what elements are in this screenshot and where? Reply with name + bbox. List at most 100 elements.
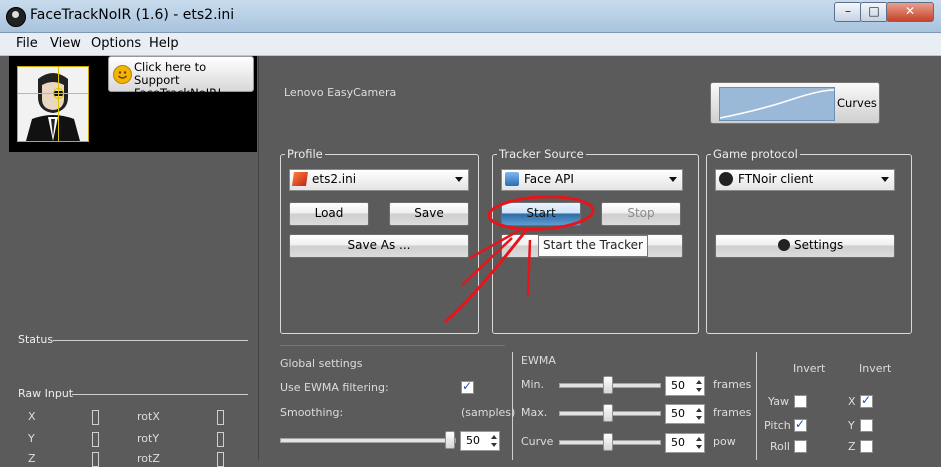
protocol-title: Game protocol	[711, 147, 800, 161]
ewma-min-unit: frames	[713, 378, 752, 391]
ewma-min-value: 50	[671, 379, 685, 392]
ewma-curve-unit: pow	[713, 435, 736, 448]
raw-rotx-label: rotX	[137, 410, 160, 423]
support-line2: Support FaceTrackNoIR!	[134, 73, 222, 100]
protocol-settings-button[interactable]: Settings	[715, 234, 895, 258]
face-api-icon	[505, 172, 519, 186]
raw-rotz-label: rotZ	[137, 452, 160, 465]
invert-x-label: X	[848, 395, 856, 408]
raw-y-meter	[92, 432, 99, 447]
ftnoir-icon	[719, 172, 733, 186]
spin-up-icon[interactable]	[696, 408, 702, 412]
protocol-settings-label: Settings	[794, 238, 844, 252]
bottom-divider	[280, 345, 505, 346]
tracker-title: Tracker Source	[497, 147, 586, 161]
invert-z-checkbox[interactable]	[860, 440, 873, 453]
invert-pitch-label: Pitch	[764, 419, 791, 432]
smiley-icon	[113, 65, 132, 84]
title-bar: FaceTrackNoIR (1.6) - ets2.ini – □ ✕	[0, 0, 941, 33]
tracker-select[interactable]: Face API	[501, 169, 683, 191]
invert-yaw-checkbox[interactable]	[794, 395, 807, 408]
stop-button[interactable]: Stop	[601, 202, 681, 226]
ewma-max-unit: frames	[713, 406, 752, 419]
invert-divider	[756, 352, 757, 460]
ewma-left-divider	[512, 352, 513, 460]
ewma-title: EWMA	[521, 354, 556, 367]
raw-z-label: Z	[28, 452, 36, 465]
save-button[interactable]: Save	[389, 202, 469, 226]
save-as-button[interactable]: Save As ...	[289, 234, 469, 258]
raw-y-label: Y	[28, 432, 35, 445]
start-button[interactable]: Start	[501, 202, 581, 226]
global-settings-title: Global settings	[280, 357, 363, 370]
ewma-curve-value: 50	[671, 436, 685, 449]
invert-x-checkbox[interactable]	[860, 393, 873, 408]
invert-header-right: Invert	[859, 362, 892, 375]
menu-options[interactable]: Options	[91, 36, 141, 51]
raw-input-label: Raw Input	[18, 387, 74, 400]
status-line	[53, 340, 248, 341]
raw-roty-meter	[217, 432, 224, 447]
ewma-filter-checkbox[interactable]	[461, 379, 474, 394]
protocol-value: FTNoir client	[738, 172, 814, 186]
ewma-max-label: Max.	[521, 406, 548, 419]
start-tooltip: Start the Tracker	[538, 235, 648, 257]
spin-up-icon[interactable]	[696, 380, 702, 384]
window-title: FaceTrackNoIR (1.6) - ets2.ini	[30, 7, 235, 23]
ewma-curve-slider-thumb[interactable]	[603, 433, 613, 451]
menu-file[interactable]: File	[16, 36, 38, 51]
head-avatar-icon	[17, 66, 89, 142]
ewma-max-value: 50	[671, 407, 685, 420]
curve-graph-icon	[719, 87, 835, 121]
raw-input-line	[72, 394, 248, 395]
ewma-min-slider-thumb[interactable]	[603, 376, 613, 394]
curves-button[interactable]: Curves	[710, 82, 880, 124]
smoothing-slider-track[interactable]	[280, 438, 456, 443]
spin-down-icon[interactable]	[696, 388, 702, 392]
invert-yaw-label: Yaw	[768, 395, 789, 408]
load-button[interactable]: Load	[289, 202, 369, 226]
smoothing-spinbox[interactable]: 50	[460, 431, 500, 451]
ewma-max-slider-thumb[interactable]	[603, 404, 613, 422]
chevron-down-icon	[669, 177, 677, 182]
invert-roll-label: Roll	[770, 440, 790, 453]
invert-pitch-checkbox[interactable]	[794, 417, 807, 432]
invert-y-checkbox[interactable]	[860, 419, 873, 432]
ini-file-icon	[292, 172, 308, 186]
menu-help[interactable]: Help	[149, 36, 179, 51]
ewma-min-spinbox[interactable]: 50	[665, 376, 705, 396]
spin-down-icon[interactable]	[696, 416, 702, 420]
menu-view[interactable]: View	[50, 36, 81, 51]
ftnoir-icon	[778, 239, 790, 251]
invert-header-left: Invert	[793, 362, 826, 375]
ewma-curve-spinbox[interactable]: 50	[665, 433, 705, 453]
ewma-min-label: Min.	[521, 378, 545, 391]
chevron-down-icon	[881, 177, 889, 182]
chevron-down-icon	[455, 177, 463, 182]
smoothing-value: 50	[466, 434, 480, 447]
protocol-select[interactable]: FTNoir client	[715, 169, 895, 191]
crosshair-v	[58, 67, 59, 141]
ewma-filter-label: Use EWMA filtering:	[280, 381, 389, 394]
spin-up-icon[interactable]	[696, 437, 702, 441]
spin-down-icon[interactable]	[696, 445, 702, 449]
smoothing-label: Smoothing:	[280, 406, 344, 419]
minimize-button[interactable]: –	[834, 2, 862, 22]
profile-title: Profile	[285, 147, 325, 161]
ewma-max-spinbox[interactable]: 50	[665, 404, 705, 424]
camera-name: Lenovo EasyCamera	[284, 86, 397, 99]
raw-x-label: X	[28, 410, 36, 423]
maximize-button[interactable]: □	[860, 2, 888, 22]
pane-divider	[258, 56, 259, 460]
invert-roll-checkbox[interactable]	[794, 440, 807, 453]
spin-down-icon[interactable]	[491, 443, 497, 447]
support-button[interactable]: Click here to Support FaceTrackNoIR!	[108, 56, 254, 100]
curves-label: Curves	[837, 96, 877, 110]
profile-value: ets2.ini	[312, 172, 357, 186]
spin-up-icon[interactable]	[491, 435, 497, 439]
close-button[interactable]: ✕	[886, 2, 934, 22]
smoothing-slider-thumb[interactable]	[445, 431, 455, 449]
app-icon	[6, 7, 26, 27]
status-label: Status	[18, 333, 54, 346]
profile-select[interactable]: ets2.ini	[289, 169, 469, 191]
